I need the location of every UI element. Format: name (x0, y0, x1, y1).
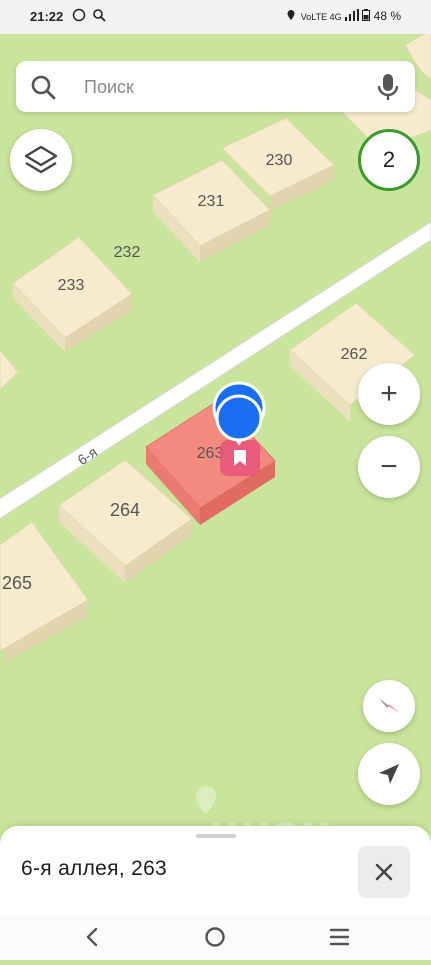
search-icon (31, 75, 56, 100)
location-icon (287, 10, 295, 20)
notification-icons (72, 8, 112, 25)
close-button[interactable] (358, 846, 410, 898)
parcel-label-262: 262 (341, 346, 368, 363)
zoom-out-button[interactable]: − (358, 436, 420, 498)
battery-icon (362, 9, 371, 21)
sheet-handle[interactable] (196, 834, 236, 838)
parcel-label-231: 231 (198, 193, 225, 210)
navigation-arrow-icon (379, 764, 399, 784)
parcel-label-232: 232 (114, 244, 141, 261)
my-location-button[interactable] (358, 743, 420, 805)
layers-icon (24, 145, 58, 174)
parcel-label-263: 263 (197, 445, 224, 462)
cluster-count: 2 (382, 147, 396, 172)
compass-icon (379, 698, 400, 713)
status-time: 21:22 (30, 9, 64, 24)
battery-percent: 48 % (373, 9, 401, 23)
status-bar: 21:22 VoLTE 4G 48 % (0, 0, 431, 34)
parcel-label-264: 264 (110, 500, 140, 520)
status-right: VoLTE 4G 48 % (285, 9, 401, 23)
zoom-in-button[interactable]: + (358, 363, 420, 425)
compass-button[interactable] (363, 680, 415, 732)
selected-location-marker[interactable] (212, 381, 266, 476)
plus-icon: + (380, 377, 398, 410)
search-bar[interactable]: Поиск (16, 61, 415, 112)
parcel-label-230: 230 (266, 152, 293, 169)
close-icon (375, 863, 393, 881)
microphone-icon[interactable] (375, 72, 401, 102)
layers-button[interactable] (10, 129, 72, 191)
parcel-label-265: 265 (2, 573, 32, 593)
whatsapp-search-icons (72, 8, 106, 22)
address-title: 6-я аллея, 263 (21, 857, 168, 880)
network-type: VoLTE 4G (300, 12, 342, 22)
parcel-label-233: 233 (58, 277, 85, 294)
bottom-sheet[interactable]: 6-я аллея, 263 (0, 826, 431, 914)
minus-icon: − (380, 450, 398, 483)
recents-icon[interactable] (329, 928, 350, 946)
signal-icon (344, 9, 359, 21)
parcel-edge-left (0, 349, 19, 391)
cluster-count-button[interactable]: 2 (358, 129, 420, 191)
back-icon[interactable] (86, 927, 98, 947)
search-input[interactable]: Поиск (84, 77, 134, 98)
system-nav-bar (0, 914, 431, 960)
home-icon[interactable] (205, 927, 225, 947)
